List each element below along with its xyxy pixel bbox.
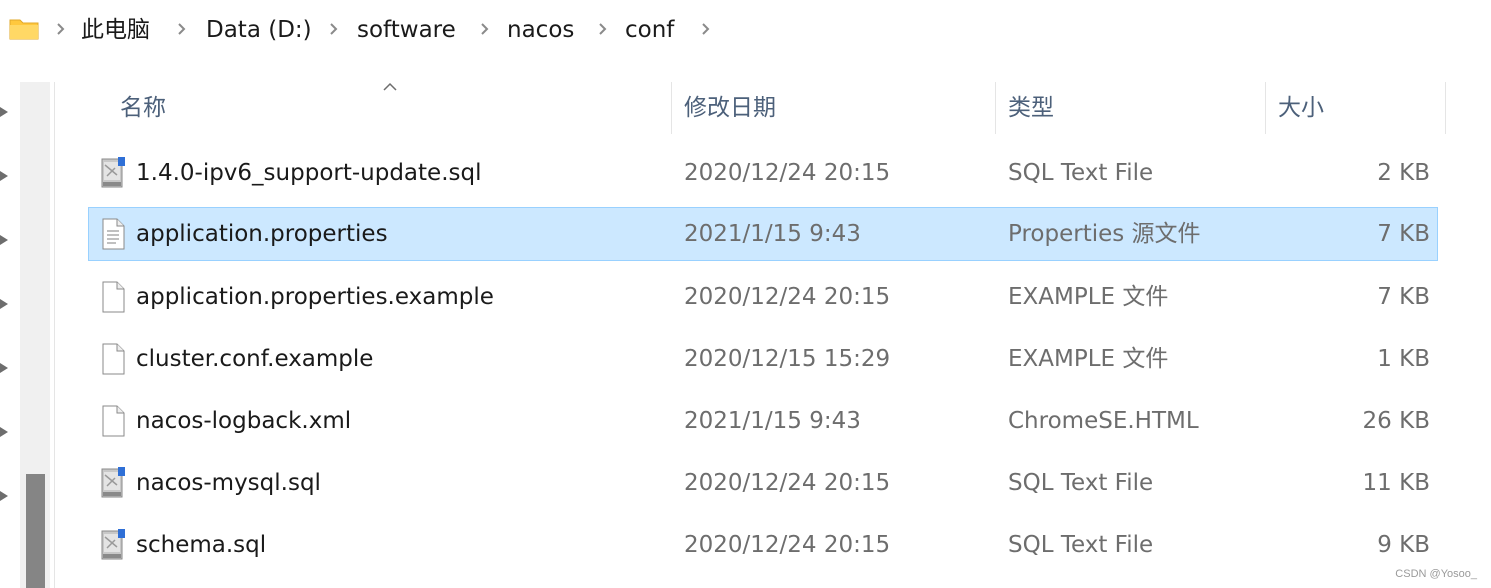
file-date: 2020/12/15 15:29 — [684, 346, 891, 372]
chevron-right-icon[interactable] — [699, 19, 713, 39]
file-date: 2020/12/24 20:15 — [684, 284, 891, 310]
column-divider[interactable] — [1445, 82, 1446, 134]
file-name[interactable]: application.properties — [136, 218, 388, 250]
file-size: 9 KB — [1377, 532, 1430, 558]
nav-scrollbar-thumb[interactable] — [26, 474, 45, 588]
chevron-right-icon[interactable] — [596, 19, 610, 39]
chevron-right-icon[interactable] — [478, 19, 492, 39]
file-type: SQL Text File — [1008, 160, 1154, 186]
breadcrumb-item-nacos[interactable]: nacos — [507, 14, 574, 46]
file-row[interactable]: cluster.conf.example 2020/12/15 15:29 EX… — [88, 332, 1438, 386]
sql-file-icon — [101, 467, 125, 498]
file-row[interactable]: nacos-mysql.sql 2020/12/24 20:15 SQL Tex… — [88, 456, 1438, 510]
file-date: 2020/12/24 20:15 — [684, 532, 891, 558]
breadcrumb-item-data-drive[interactable]: Data (D:) — [206, 14, 312, 46]
file-size: 11 KB — [1362, 470, 1430, 496]
column-header-type[interactable]: 类型 — [1008, 90, 1054, 126]
file-type: EXAMPLE 文件 — [1008, 346, 1169, 372]
file-name[interactable]: schema.sql — [136, 529, 266, 561]
generic-file-icon — [102, 405, 125, 437]
address-bar[interactable]: 此电脑 Data (D:) software nacos conf — [0, 0, 1491, 62]
file-type: SQL Text File — [1008, 470, 1154, 496]
file-row[interactable]: nacos-logback.xml 2021/1/15 9:43 ChromeS… — [88, 394, 1438, 448]
chevron-right-icon[interactable] — [54, 19, 68, 39]
navigation-pane[interactable] — [0, 82, 20, 588]
file-date: 2020/12/24 20:15 — [684, 160, 891, 186]
file-name[interactable]: nacos-logback.xml — [136, 405, 351, 437]
chevron-right-icon[interactable] — [327, 19, 341, 39]
file-row[interactable]: schema.sql 2020/12/24 20:15 SQL Text Fil… — [88, 518, 1438, 572]
properties-file-icon — [102, 218, 125, 250]
file-row-selected[interactable]: application.properties 2021/1/15 9:43 Pr… — [88, 207, 1438, 261]
watermark-text: CSDN @Yosoo_ — [1395, 568, 1477, 580]
file-name[interactable]: cluster.conf.example — [136, 343, 373, 375]
expand-arrow-icon[interactable] — [0, 488, 12, 504]
column-divider[interactable] — [671, 82, 672, 134]
file-row[interactable]: 1.4.0-ipv6_support-update.sql 2020/12/24… — [88, 146, 1438, 200]
breadcrumb-item-software[interactable]: software — [357, 14, 456, 46]
expand-arrow-icon[interactable] — [0, 168, 12, 184]
file-row[interactable]: application.properties.example 2020/12/2… — [88, 270, 1438, 324]
file-name[interactable]: 1.4.0-ipv6_support-update.sql — [136, 157, 481, 189]
chevron-right-icon[interactable] — [175, 19, 189, 39]
expand-arrow-icon[interactable] — [0, 232, 12, 248]
file-type: Properties 源文件 — [1008, 221, 1201, 247]
file-type: EXAMPLE 文件 — [1008, 284, 1169, 310]
file-date: 2021/1/15 9:43 — [684, 221, 861, 247]
pane-divider[interactable] — [54, 82, 55, 588]
expand-arrow-icon[interactable] — [0, 360, 12, 376]
file-explorer-window: 此电脑 Data (D:) software nacos conf 名称 修改日… — [0, 0, 1491, 588]
expand-arrow-icon[interactable] — [0, 104, 12, 120]
sql-file-icon — [101, 529, 125, 560]
generic-file-icon — [102, 343, 125, 375]
sort-ascending-icon — [383, 82, 397, 91]
expand-arrow-icon[interactable] — [0, 296, 12, 312]
column-header-size[interactable]: 大小 — [1278, 90, 1324, 126]
column-header-date[interactable]: 修改日期 — [684, 90, 776, 126]
file-size: 7 KB — [1377, 221, 1430, 247]
file-size: 26 KB — [1362, 408, 1430, 434]
column-divider[interactable] — [995, 82, 996, 134]
breadcrumb-item-conf[interactable]: conf — [625, 14, 674, 46]
generic-file-icon — [102, 281, 125, 313]
file-name[interactable]: application.properties.example — [136, 281, 494, 313]
file-type: ChromeSE.HTML — [1008, 408, 1199, 434]
sql-file-icon — [101, 157, 125, 188]
breadcrumb-item-this-pc[interactable]: 此电脑 — [81, 14, 150, 46]
expand-arrow-icon[interactable] — [0, 424, 12, 440]
column-header-name[interactable]: 名称 — [120, 90, 166, 126]
file-name[interactable]: nacos-mysql.sql — [136, 467, 321, 499]
file-type: SQL Text File — [1008, 532, 1154, 558]
file-date: 2020/12/24 20:15 — [684, 470, 891, 496]
file-size: 1 KB — [1377, 346, 1430, 372]
folder-icon — [9, 19, 39, 40]
column-divider[interactable] — [1265, 82, 1266, 134]
file-size: 7 KB — [1377, 284, 1430, 310]
file-size: 2 KB — [1377, 160, 1430, 186]
file-date: 2021/1/15 9:43 — [684, 408, 861, 434]
